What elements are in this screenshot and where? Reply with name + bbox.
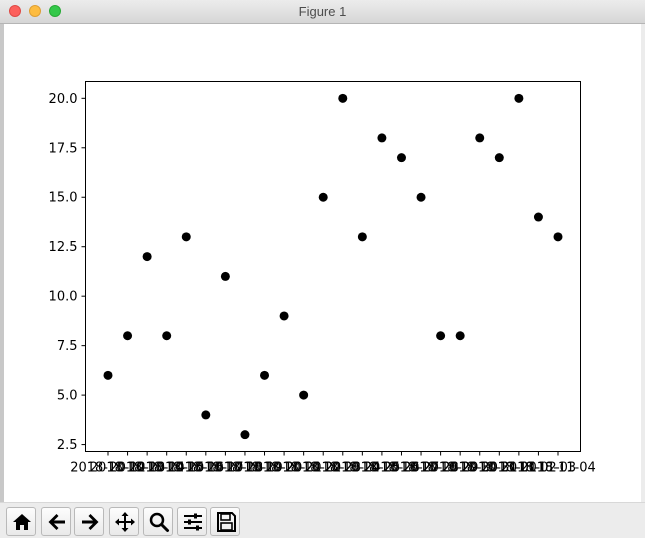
save-icon	[217, 512, 236, 532]
x-axis: 2018-10-122018-10-132018-10-142018-10-15…	[70, 451, 596, 476]
arrow-left-icon	[48, 514, 65, 530]
data-point	[553, 232, 563, 242]
data-point	[455, 331, 465, 341]
navigation-toolbar	[0, 502, 645, 538]
data-point	[338, 93, 348, 103]
data-point	[240, 430, 250, 440]
y-tick-label: 15.0	[49, 191, 78, 206]
home-button[interactable]	[6, 507, 36, 536]
data-point	[142, 252, 152, 262]
data-point	[396, 153, 406, 163]
save-button[interactable]	[210, 507, 240, 536]
data-point	[123, 331, 133, 341]
data-point	[357, 232, 367, 242]
y-tick-label: 5.0	[57, 389, 78, 404]
data-point	[416, 192, 426, 202]
data-point	[103, 370, 113, 380]
data-point	[279, 311, 289, 321]
configure-subplots-button[interactable]	[177, 507, 207, 536]
sliders-icon	[184, 513, 202, 531]
forward-button[interactable]	[74, 507, 104, 536]
data-point	[514, 93, 524, 103]
data-point	[318, 192, 328, 202]
x-tick-label: 2018-11-04	[520, 461, 596, 476]
plot-area-frame	[85, 81, 581, 452]
back-button[interactable]	[41, 507, 71, 536]
y-tick-label: 17.5	[49, 141, 78, 156]
arrow-right-icon	[82, 514, 99, 530]
data-point	[494, 153, 504, 163]
y-tick-label: 7.5	[57, 339, 78, 354]
data-point	[533, 212, 543, 222]
y-tick-label: 10.0	[49, 290, 78, 305]
move-icon	[115, 512, 135, 532]
data-point	[436, 331, 446, 341]
data-point	[201, 410, 211, 420]
data-point	[220, 271, 230, 281]
y-tick-label: 2.5	[57, 438, 78, 453]
data-point	[475, 133, 485, 143]
data-point	[181, 232, 191, 242]
zoom-icon	[149, 512, 169, 532]
y-tick-label: 20.0	[49, 92, 78, 107]
home-icon	[13, 514, 31, 530]
scatter-chart: 2.5 5.0 7.5 10.0 12.5 15.0 17.5 20.0 2018-10-12…	[49, 81, 596, 476]
data-point	[260, 370, 270, 380]
y-axis: 2.5 5.0 7.5 10.0 12.5 15.0 17.5 20.0	[49, 92, 86, 453]
data-point	[377, 133, 387, 143]
zoom-button[interactable]	[143, 507, 173, 536]
data-point	[162, 331, 172, 341]
pan-button[interactable]	[109, 507, 139, 536]
y-tick-label: 12.5	[49, 240, 78, 255]
data-point	[299, 390, 309, 400]
